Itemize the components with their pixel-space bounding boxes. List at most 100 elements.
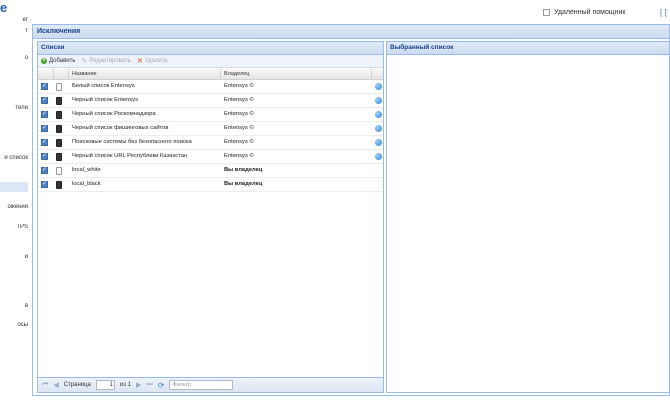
sidebar-item-label: о [24,55,28,61]
remote-assistant-checkbox[interactable] [543,9,550,16]
selected-list-title: Выбранный список [387,42,669,55]
remote-assistant-label: Удаленный помощник [554,9,626,16]
info-icon[interactable] [375,139,382,146]
next-page-icon[interactable]: ▶ [136,381,141,389]
selected-list-panel: Выбранный список [386,41,670,393]
sidebar-item[interactable]: ег [0,17,28,23]
info-icon[interactable] [375,83,382,90]
grid-header: Название Владелец [38,69,383,80]
table-row[interactable]: ✓ Черный список URL Республики Казахстан E… [38,150,383,164]
sidebar-item[interactable]: осы [0,322,28,328]
row-name: Черный список Роскомнадзора [72,111,156,117]
row-owner: Entensys © [224,97,254,103]
delete-button[interactable]: ✕ Удалить [137,57,168,65]
row-name: Черный список фишинговых сайтов [72,125,169,131]
row-checkbox[interactable]: ✓ [41,125,48,132]
row-checkbox[interactable]: ✓ [41,111,48,118]
black-list-icon [56,110,62,119]
row-name: Черный список Entensys [72,97,138,103]
delete-icon: ✕ [136,58,143,65]
sidebar-item-label: осы [17,322,28,328]
row-name: Поисковые системы без безопасного поиска [72,139,192,145]
sidebar-item[interactable]: TPS [0,224,28,230]
lists-title: Списки [38,42,383,55]
black-list-icon [56,180,62,189]
row-checkbox[interactable]: ✓ [41,153,48,160]
sidebar-item[interactable]: ожения [0,204,28,210]
row-checkbox[interactable]: ✓ [41,167,48,174]
row-owner: Вы владелец [224,167,263,173]
filter-input[interactable]: Фильтр [169,380,234,390]
remote-assistant[interactable]: Удаленный помощник [543,9,625,16]
white-list-icon [56,166,62,175]
edit-button[interactable]: ✎ Редактировать [82,57,131,65]
lists-grid: ✓ Белый список Entensys Entensys © ✓ Черный … [38,80,383,192]
table-row[interactable]: ✓ Черный список Entensys Entensys © [38,94,383,108]
row-name: Белый список Entensys [72,83,135,89]
row-owner: Entensys © [224,139,254,145]
info-icon[interactable] [375,125,382,132]
col-info [372,69,383,79]
row-checkbox[interactable]: ✓ [41,83,48,90]
info-icon[interactable] [375,111,382,118]
sidebar-item-label: й [24,254,28,260]
paging-toolbar: ⏮ ◀ Страница 1 из 1 ▶ ⏭ ⟳ Фильтр [38,377,383,392]
black-list-icon [56,124,62,133]
edit-label: Редактировать [89,58,131,64]
row-checkbox[interactable]: ✓ [41,97,48,104]
sidebar-item[interactable]: й [0,254,28,260]
table-row[interactable]: ✓ Черный список Роскомнадзора Entensys © [38,108,383,122]
sidebar-item-label: т [25,28,28,34]
first-page-icon[interactable]: ⏮ [42,381,48,389]
sidebar-selected-item[interactable] [0,182,28,192]
row-owner: Вы владелец [224,181,263,187]
delete-label: Удалить [144,58,168,64]
refresh-icon[interactable]: ⟳ [158,381,165,390]
prev-page-icon[interactable]: ◀ [53,381,58,389]
info-icon[interactable] [375,97,382,104]
sidebar-item-label: TPS [16,224,28,230]
table-row[interactable]: ✓ Белый список Entensys Entensys © [38,80,383,94]
sidebar-item[interactable]: й список [0,155,28,161]
row-owner: Entensys © [224,111,254,117]
row-name: local_white [72,167,101,173]
add-label: Добавить [49,58,76,64]
pencil-icon: ✎ [81,58,88,65]
sidebar-item[interactable]: т [0,28,28,34]
sidebar-item-label: ожения [7,204,28,210]
table-row[interactable]: ✓ local_white Вы владелец [38,164,383,178]
col-type [54,69,69,79]
sidebar-item[interactable]: в [0,303,28,309]
add-button[interactable]: + Добавить [41,58,76,64]
row-name: local_black [72,181,101,187]
row-name: Черный список URL Республики Казахстан [72,153,188,159]
lists-toolbar: + Добавить ✎ Редактировать ✕ Удалить [38,55,383,68]
sidebar: е ег т о тели й список ожения TPS й в осы [0,0,28,400]
row-owner: Entensys © [224,125,254,131]
info-icon[interactable] [375,153,382,160]
row-checkbox[interactable]: ✓ [41,139,48,146]
col-check [38,69,54,79]
exceptions-title: Исключения [33,25,669,39]
black-list-icon [56,96,62,105]
last-page-icon[interactable]: ⏭ [146,381,152,389]
logo: е [0,0,8,15]
black-list-icon [56,152,62,161]
black-list-icon [56,138,62,147]
sidebar-item-label: й список [4,155,28,161]
table-row[interactable]: ✓ Поисковые системы без безопасного поиск… [38,136,383,150]
sidebar-item-label: ег [22,17,28,23]
table-row[interactable]: ✓ Черный список фишинговых сайтов Entensys… [38,122,383,136]
table-row[interactable]: ✓ local_black Вы владелец [38,178,383,192]
sidebar-item-label: тели [15,105,28,111]
col-name-header[interactable]: Название [69,69,221,79]
row-checkbox[interactable]: ✓ [41,181,48,188]
sidebar-item[interactable]: о [0,55,28,61]
col-owner-header[interactable]: Владелец [221,69,372,79]
top-link[interactable]: [ [ [660,8,667,17]
page-of-label: из 1 [119,382,132,388]
sidebar-item[interactable]: тели [0,105,28,111]
sidebar-item-label: в [24,303,28,309]
page-label: Страница [63,382,91,388]
page-input[interactable]: 1 [95,380,115,390]
